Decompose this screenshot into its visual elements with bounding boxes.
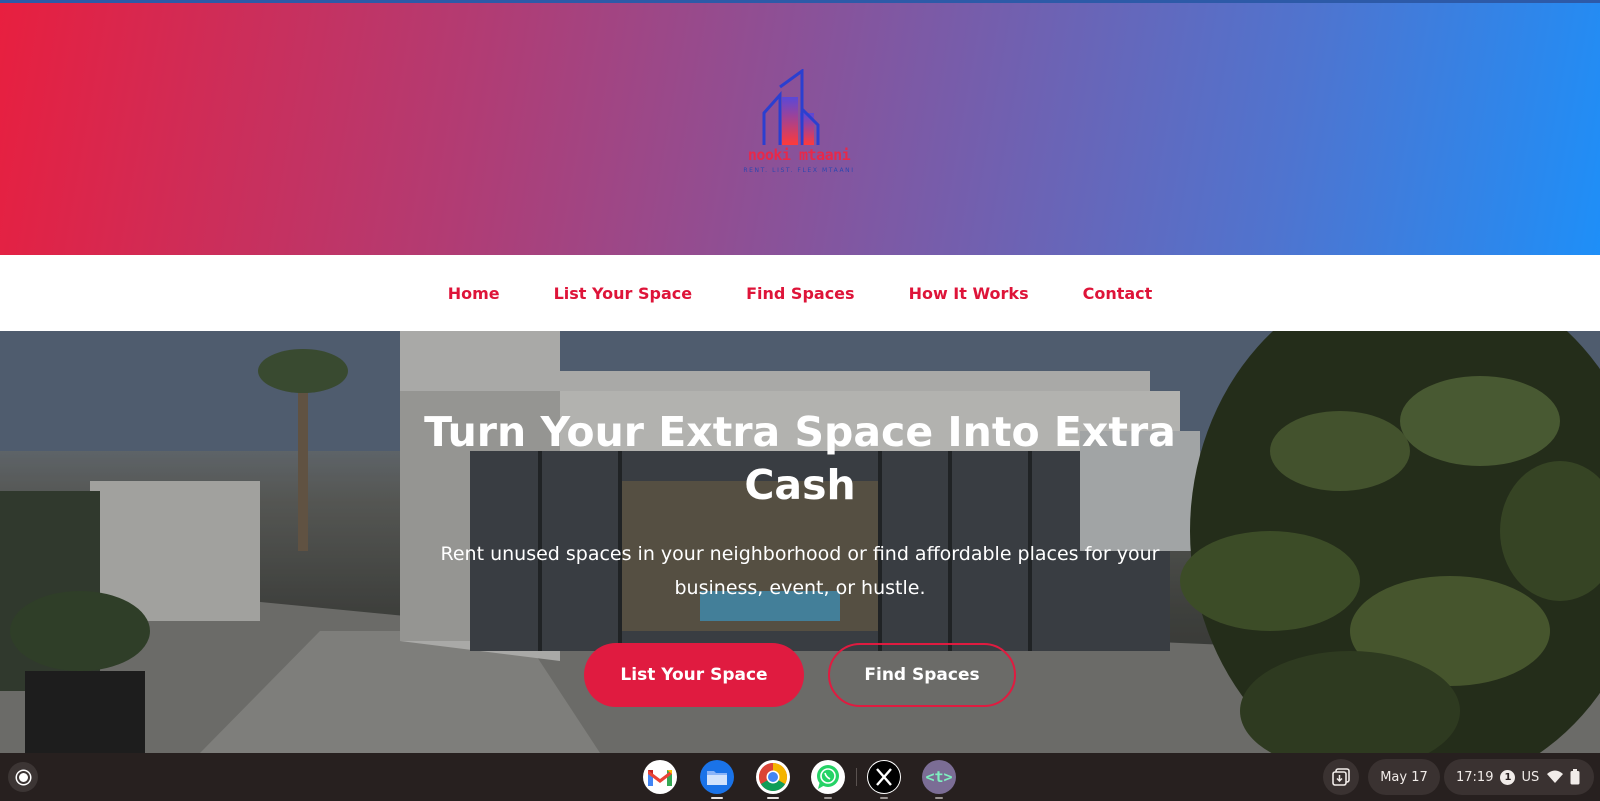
logo-tagline: RENT. LIST. FLEX MTAANI	[743, 167, 855, 174]
clock-label: 17:19	[1456, 769, 1494, 785]
launcher-button[interactable]	[8, 762, 38, 792]
nav-find-spaces[interactable]: Find Spaces	[746, 284, 854, 303]
files-running-indicator	[711, 797, 723, 799]
gmail-icon	[648, 770, 672, 786]
files-app[interactable]	[700, 760, 734, 794]
chrome-running-indicator	[767, 797, 779, 799]
nav-contact[interactable]: Contact	[1083, 284, 1153, 303]
terminal-running-indicator	[935, 797, 943, 799]
date-tray-button[interactable]: May 17	[1368, 759, 1440, 795]
wifi-icon	[1547, 770, 1564, 783]
building-logo-icon	[762, 69, 820, 145]
nav-how-it-works[interactable]: How It Works	[909, 284, 1029, 303]
launcher-icon	[16, 770, 30, 784]
notification-count-badge: 1	[1500, 769, 1516, 785]
whatsapp-icon	[817, 765, 839, 789]
files-icon	[707, 771, 727, 785]
hero-subtitle: Rent unused spaces in your neighborhood …	[440, 543, 1160, 599]
chrome-icon	[759, 763, 787, 791]
find-spaces-button[interactable]: Find Spaces	[828, 643, 1016, 707]
header-banner: nooki mtaani RENT. LIST. FLEX MTAANI	[0, 3, 1600, 255]
svg-text:<t>: <t>	[925, 768, 952, 786]
x-icon	[868, 761, 900, 793]
shelf-divider	[856, 768, 857, 786]
os-shelf: <t> May 17 17:19 1 US	[0, 753, 1600, 801]
status-area-button[interactable]: 17:19 1 US	[1444, 759, 1594, 795]
nav-home[interactable]: Home	[448, 284, 500, 303]
x-running-indicator	[880, 797, 888, 799]
main-navigation: Home List Your Space Find Spaces How It …	[0, 255, 1600, 331]
terminal-icon: <t>	[925, 768, 952, 786]
whatsapp-app[interactable]	[811, 760, 845, 794]
hero-title: Turn Your Extra Space Into Extra Cash	[424, 408, 1176, 509]
whatsapp-running-indicator	[824, 797, 832, 799]
gmail-app[interactable]	[643, 760, 677, 794]
keyboard-layout-label: US	[1521, 769, 1540, 785]
list-your-space-button[interactable]: List Your Space	[584, 643, 804, 707]
holding-space-button[interactable]	[1323, 759, 1359, 795]
x-app[interactable]	[867, 760, 901, 794]
logo-wordmark: nooki mtaani	[747, 146, 851, 164]
site-logo[interactable]: nooki mtaani RENT. LIST. FLEX MTAANI	[738, 69, 860, 179]
chrome-app[interactable]	[756, 760, 790, 794]
battery-icon	[1570, 769, 1580, 785]
download-tray-icon	[1332, 768, 1350, 786]
date-label: May 17	[1380, 769, 1428, 785]
nav-list-your-space[interactable]: List Your Space	[554, 284, 693, 303]
terminal-app[interactable]: <t>	[922, 760, 956, 794]
hero-section: Turn Your Extra Space Into Extra Cash Re…	[0, 331, 1600, 753]
